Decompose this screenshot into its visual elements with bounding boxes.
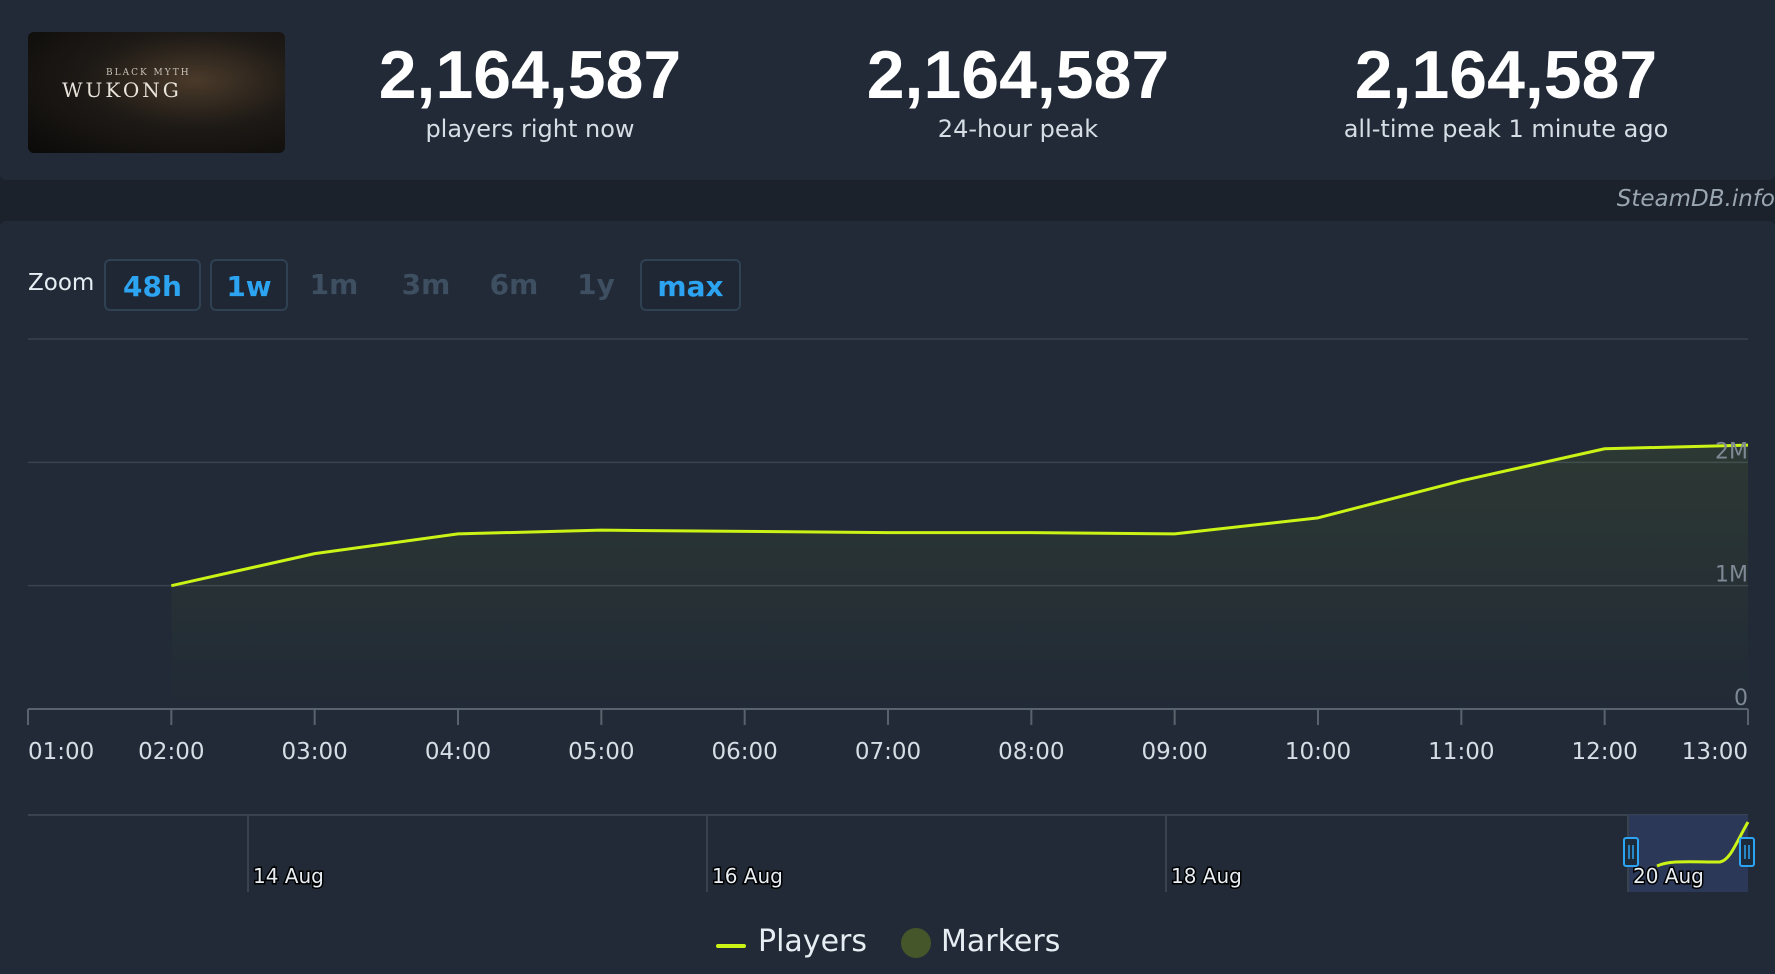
x-tick-label: 08:00: [998, 739, 1064, 765]
x-tick-label: 09:00: [1142, 739, 1208, 765]
navigator-handle-left[interactable]: [1623, 837, 1639, 867]
legend-line-icon: [716, 944, 746, 948]
x-tick-label: 05:00: [568, 739, 634, 765]
legend-label: Markers: [941, 924, 1061, 959]
y-tick-label: 1M: [1715, 563, 1748, 588]
x-tick-label: 10:00: [1285, 739, 1351, 765]
x-tick-label: 06:00: [712, 739, 778, 765]
player-count-chart[interactable]: 01:00 02:00 03:00 04:00 05:00 06:00 07:00 08:00…: [0, 0, 1775, 974]
x-tick-label: 02:00: [138, 739, 204, 765]
navigator-date-label: 16 Aug: [712, 864, 783, 888]
series-area-players: [171, 445, 1748, 709]
x-tick-label: 07:00: [855, 739, 921, 765]
x-tick-label: 03:00: [282, 739, 348, 765]
y-tick-label: 2M: [1715, 439, 1748, 464]
legend-label: Players: [758, 924, 867, 959]
x-tick-label: 11:00: [1428, 739, 1494, 765]
navigator-handle-right[interactable]: [1739, 837, 1755, 867]
x-tick-label: 13:00: [1682, 739, 1748, 765]
x-tick-label: 12:00: [1572, 739, 1638, 765]
x-tick-label: 01:00: [28, 739, 94, 765]
navigator-date-label: 14 Aug: [253, 864, 324, 888]
x-tick-label: 04:00: [425, 739, 491, 765]
navigator-date-label: 20 Aug: [1633, 864, 1704, 888]
navigator-date-label: 18 Aug: [1171, 864, 1242, 888]
y-tick-label: 0: [1734, 686, 1748, 711]
legend-circle-icon: [901, 928, 931, 958]
